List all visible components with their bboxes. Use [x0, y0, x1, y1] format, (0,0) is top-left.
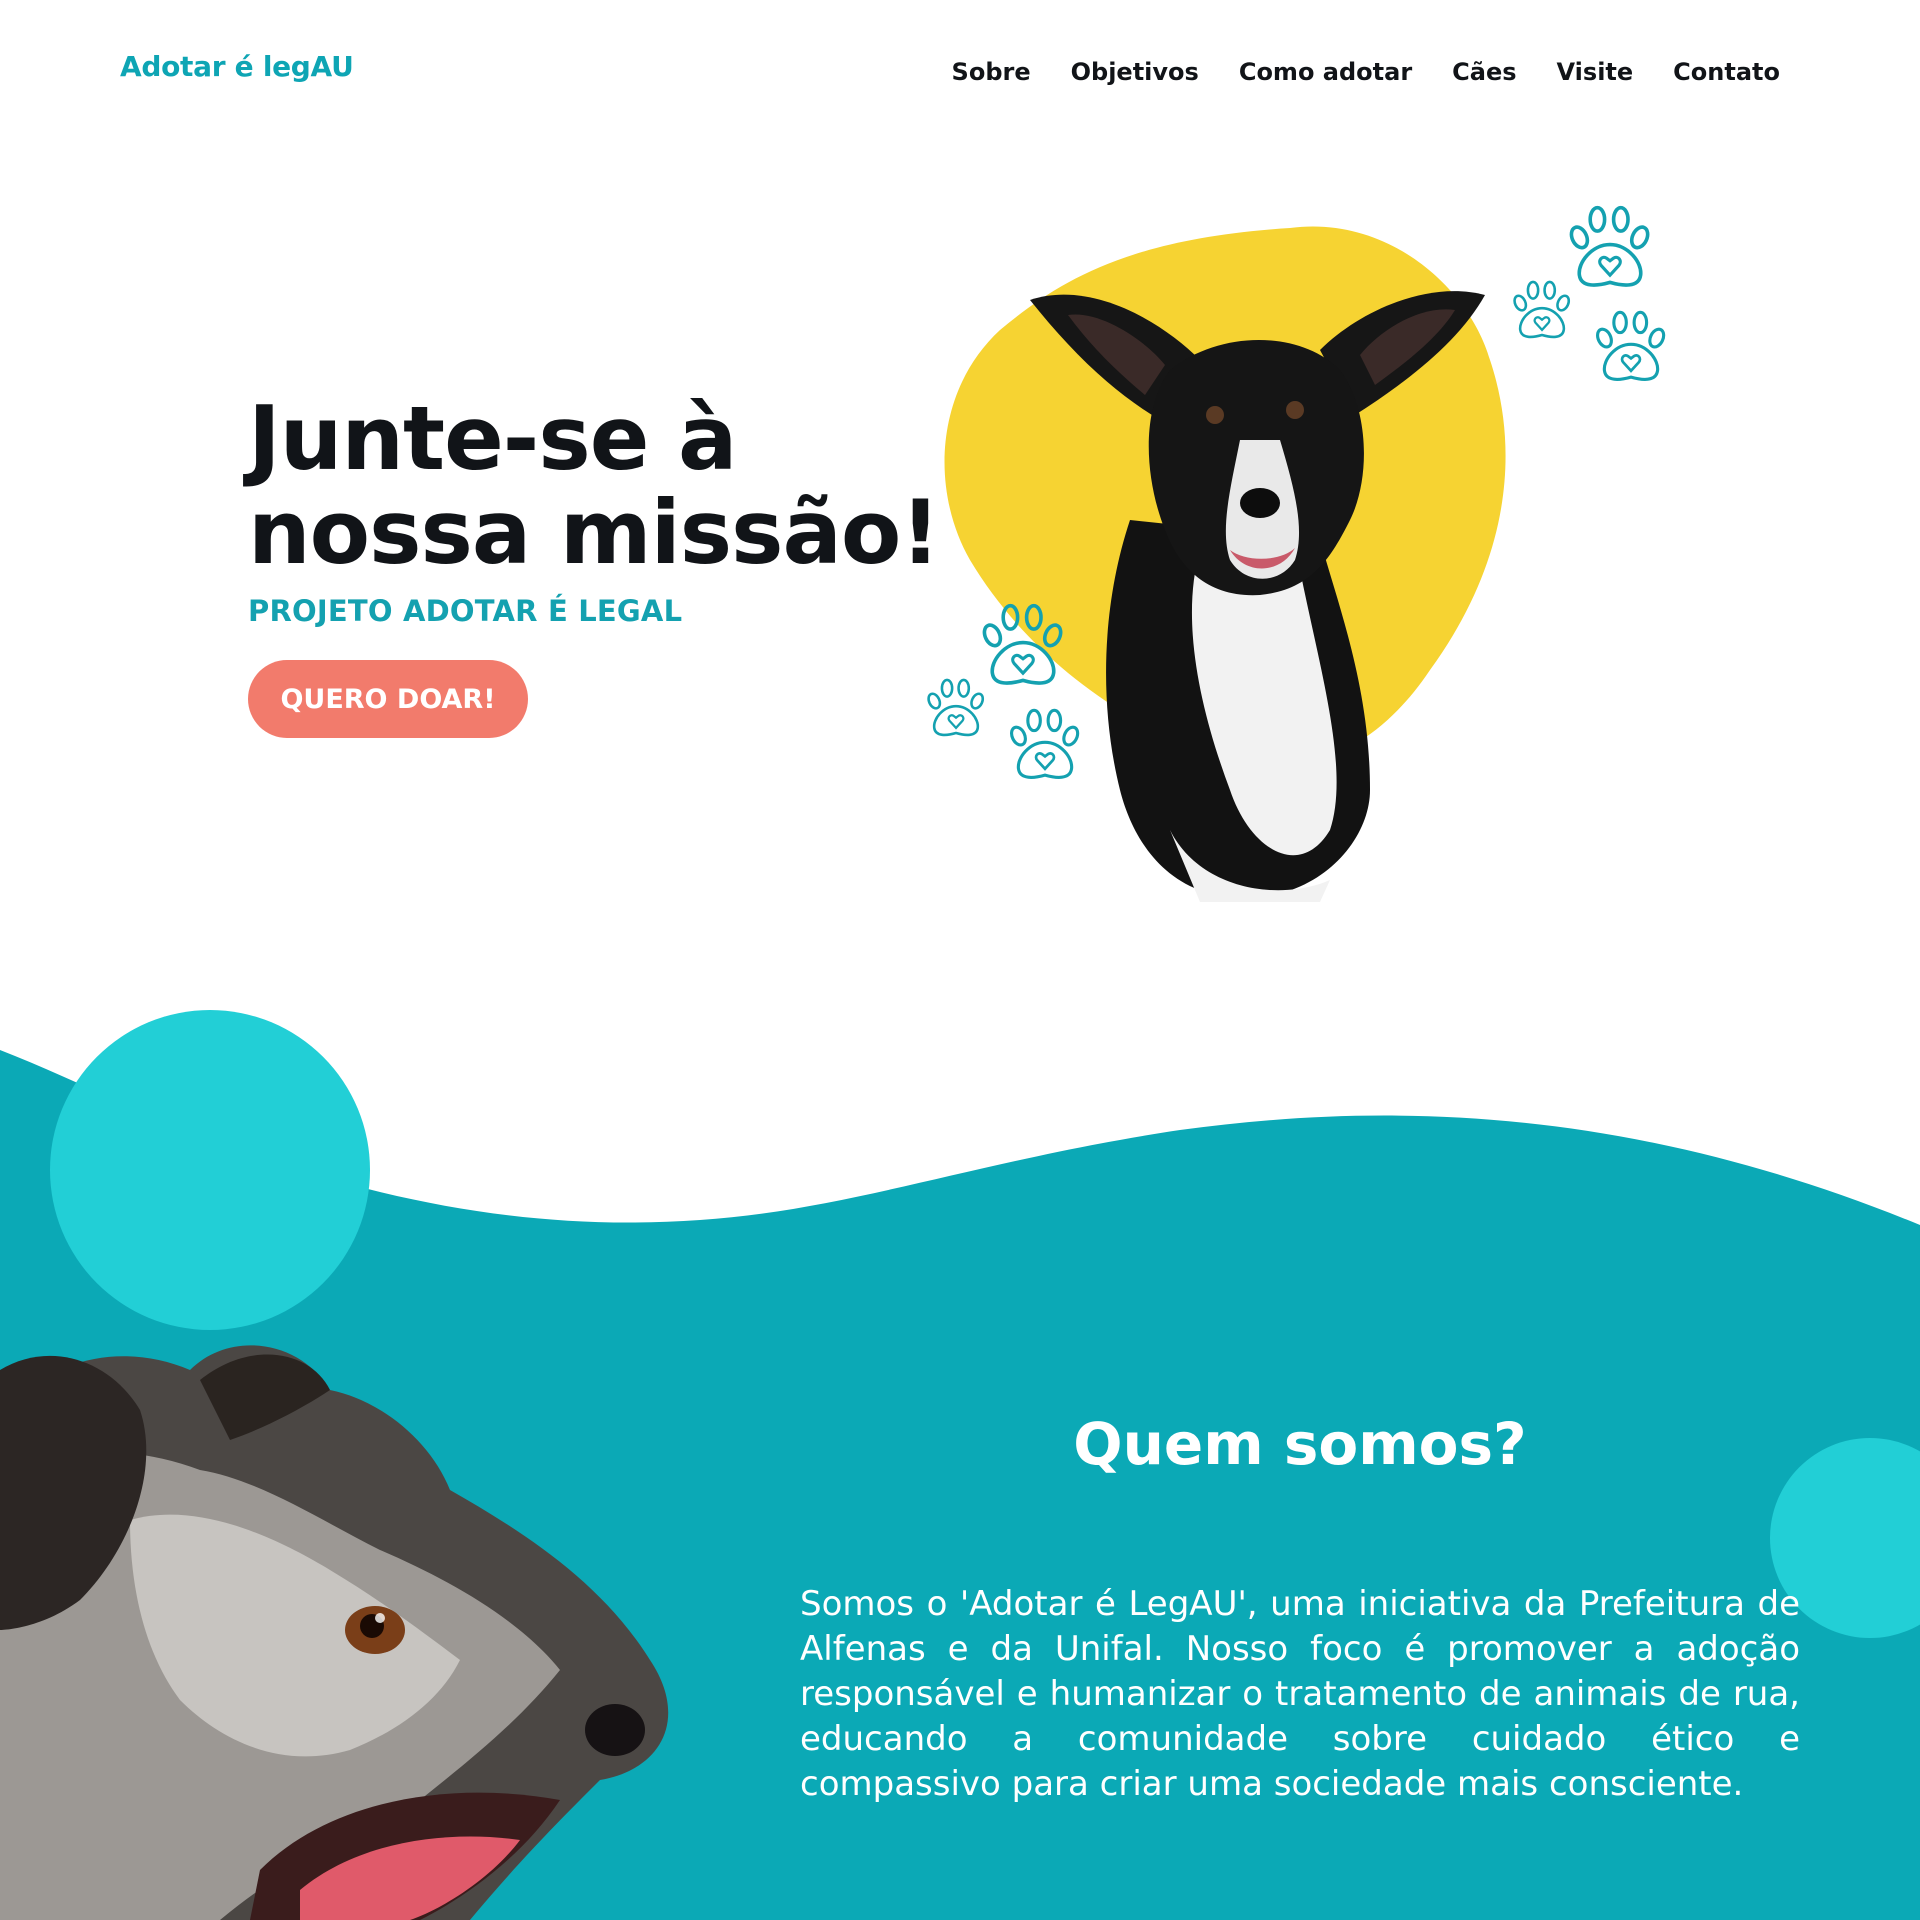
paw-heart-icon — [1007, 708, 1082, 779]
hero-title-line-2: nossa missão! — [248, 481, 940, 584]
decorative-circle — [50, 1010, 370, 1330]
hero-dog-illustration — [925, 205, 1668, 902]
about-title: Quem somos? — [1073, 1410, 1527, 1478]
site-logo[interactable]: Adotar é legAU — [120, 50, 354, 83]
hero-title-line-1: Junte-se à — [248, 387, 737, 490]
paw-heart-icon — [1593, 310, 1668, 381]
main-nav: Sobre Objetivos Como adotar Cães Visite … — [952, 58, 1780, 86]
donate-button[interactable]: QUERO DOAR! — [248, 660, 528, 738]
hero-title: Junte-se à nossa missão! — [248, 392, 940, 580]
nav-link-contato[interactable]: Contato — [1673, 58, 1780, 86]
dog-photo — [0, 1345, 669, 1920]
about-text: Somos o 'Adotar é LegAU', uma iniciativa… — [800, 1584, 1800, 1804]
nav-link-visite[interactable]: Visite — [1557, 58, 1634, 86]
paw-heart-icon — [925, 678, 987, 737]
nav-link-como-adotar[interactable]: Como adotar — [1239, 58, 1412, 86]
nav-link-caes[interactable]: Cães — [1452, 58, 1516, 86]
paw-heart-icon — [1566, 205, 1653, 287]
hero-subtitle: PROJETO ADOTAR É LEGAL — [248, 594, 683, 628]
nav-link-sobre[interactable]: Sobre — [952, 58, 1031, 86]
nav-link-objetivos[interactable]: Objetivos — [1071, 58, 1199, 86]
paw-heart-icon — [1511, 280, 1573, 339]
